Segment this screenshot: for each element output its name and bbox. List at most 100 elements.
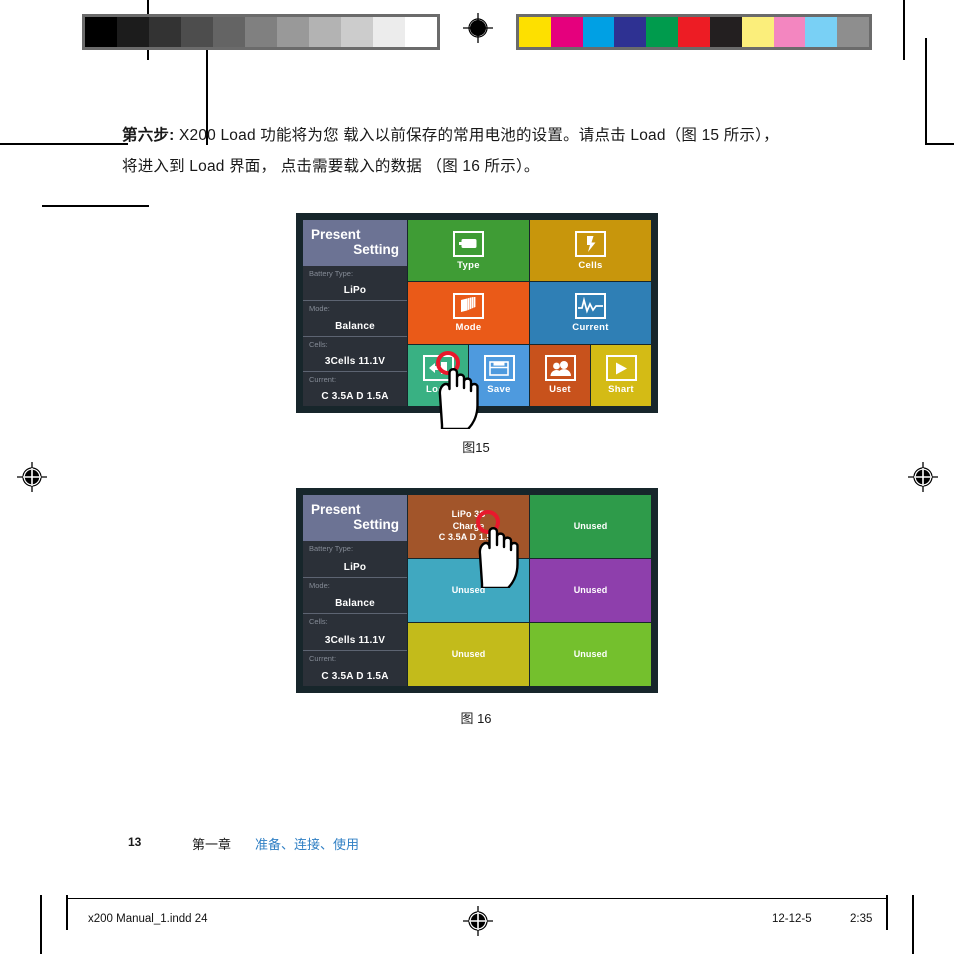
memory-slot-6-label: Unused [573, 648, 608, 659]
step-label: 第六步: [122, 127, 175, 144]
tile-cells-label: Cells [578, 259, 603, 271]
current-value: C 3.5A D 1.5A [321, 391, 389, 402]
manual-page: 第六步: X200 Load 功能将为您 载入以前保存的常用电池的设置。请点击 … [0, 0, 954, 954]
grayscale-calibration-bar [82, 14, 440, 50]
figure15-mode-row: Mode: Balance [303, 301, 407, 337]
memory-slot-3[interactable]: Unused [408, 559, 529, 622]
tile-current[interactable]: Current [530, 282, 651, 344]
color-swatch-1 [550, 17, 583, 47]
cells-label: Cells: [309, 617, 328, 626]
memory-slot-5-label: Unused [451, 648, 486, 659]
crop-mark-br-v2 [912, 895, 914, 954]
play-triangle-icon [605, 355, 637, 382]
figure15-cells-row: Cells: 3Cells 11.1V [303, 336, 407, 372]
figure16-slot-grid: LiPo 3S Charge C 3.5A D 1.5A Unused Unus… [408, 495, 651, 686]
current-label: Current: [309, 374, 337, 384]
crop-mark-tr-v [903, 0, 905, 60]
color-swatch-10 [837, 17, 869, 47]
crop-mark-tl-h2 [42, 205, 149, 207]
tile-cells[interactable]: Cells [530, 220, 651, 282]
tile-uset[interactable]: Uset [530, 344, 590, 406]
sidebar-title-line2: Setting [353, 517, 399, 532]
memory-slot-5[interactable]: Unused [408, 623, 529, 686]
users-icon [544, 355, 576, 382]
lightning-bolt-icon [575, 230, 606, 257]
footer-divider [66, 898, 886, 899]
tile-shart[interactable]: Shart [591, 344, 651, 406]
grayscale-swatch-5 [245, 17, 277, 47]
battery-type-value: LiPo [343, 561, 367, 573]
figure15-current-row: Current: C 3.5A D 1.5A [303, 371, 407, 406]
tile-shart-label: Shart [608, 384, 634, 396]
grayscale-swatch-8 [341, 17, 373, 47]
figure16-slot-row-3: Unused Unused [408, 623, 651, 686]
figure16-mode-row: Mode: Balance [303, 577, 407, 614]
current-label: Current: [309, 653, 337, 663]
sidebar-title-line1: Present [311, 502, 361, 517]
tile-uset-label: Uset [549, 384, 571, 396]
grayscale-swatch-4 [213, 17, 245, 47]
memory-slot-4[interactable]: Unused [530, 559, 651, 622]
registration-mark-right [908, 462, 938, 492]
figure16-battery-type-row: Battery Type: LiPo [303, 541, 407, 578]
print-time: 2:35 [850, 913, 873, 925]
chapter-label: 第一章 [192, 837, 232, 852]
crop-mark-tr-v2 [925, 38, 927, 145]
battery-icon [453, 230, 484, 257]
tile-type-label: Type [457, 259, 480, 271]
crop-mark-br-v [886, 895, 888, 930]
waveform-icon [575, 292, 606, 319]
battery-type-value: LiPo [343, 285, 367, 297]
figure16-slot-row-2: Unused Unused [408, 559, 651, 622]
mode-value: Balance [335, 320, 375, 332]
cells-value: 3Cells 11.1V [324, 355, 386, 367]
registration-mark-bottom [463, 906, 493, 936]
body-paragraph-line-1: 第六步: X200 Load 功能将为您 载入以前保存的常用电池的设置。请点击 … [122, 120, 822, 151]
crop-mark-bl-v2 [66, 895, 68, 930]
figure15-sidebar-title: Present Setting [303, 220, 407, 266]
registration-mark-left [17, 462, 47, 492]
page-number: 13 [128, 835, 142, 849]
body-paragraph: 第六步: X200 Load 功能将为您 载入以前保存的常用电池的设置。请点击 … [122, 120, 822, 182]
figure16-sidebar-title: Present Setting [303, 495, 407, 541]
tile-type[interactable]: Type [408, 220, 529, 282]
figure15-tile-grid: Type Cells Mode Current Load Save Uset S… [408, 220, 651, 406]
tile-save[interactable]: Save [469, 344, 529, 406]
mode-value: Balance [335, 598, 375, 609]
tile-save-label: Save [487, 384, 511, 396]
body-paragraph-line-2: 将进入到 Load 界面， 点击需要载入的数据 （图 16 所示）。 [122, 158, 540, 175]
print-date: 12-12-5 [772, 913, 812, 925]
memory-slot-6[interactable]: Unused [530, 623, 651, 686]
memory-slot-2[interactable]: Unused [530, 495, 651, 558]
tile-current-label: Current [572, 321, 609, 333]
color-calibration-bar [516, 14, 872, 50]
sidebar-title-line1: Present [311, 227, 361, 242]
color-swatch-6 [709, 17, 742, 47]
current-value: C 3.5A D 1.5A [321, 671, 389, 682]
grayscale-swatch-7 [309, 17, 341, 47]
indesign-file-name: x200 Manual_1.indd 24 [88, 913, 208, 925]
memory-slot-3-label: Unused [451, 584, 486, 595]
tile-load[interactable]: Load [408, 344, 468, 406]
figure15-battery-type-row: Battery Type: LiPo [303, 266, 407, 302]
figure15-tile-row-2: Mode Current [408, 282, 651, 344]
tile-mode-label: Mode [455, 321, 482, 333]
memory-slot-1[interactable]: LiPo 3S Charge C 3.5A D 1.5A [408, 495, 529, 558]
memory-slot-4-label: Unused [573, 584, 608, 595]
color-swatch-5 [678, 17, 710, 47]
books-stack-icon [453, 292, 484, 319]
figure16-device-screen: Present Setting Battery Type: LiPo Mode:… [296, 488, 658, 693]
figure15-tile-row-3: Load Save Uset Shart [408, 344, 651, 406]
color-swatch-3 [614, 17, 647, 47]
cells-value: 3Cells 11.1V [324, 634, 386, 646]
battery-type-label: Battery Type: [309, 544, 354, 553]
tile-load-label: Load [426, 384, 450, 396]
memory-slot-1-line3: C 3.5A D 1.5A [438, 532, 499, 543]
figure15-tile-row-1: Type Cells [408, 220, 651, 282]
figure15-caption: 图15 [462, 440, 490, 455]
mode-label: Mode: [309, 304, 330, 314]
grayscale-swatch-6 [277, 17, 309, 47]
tile-mode[interactable]: Mode [408, 282, 529, 344]
grayscale-swatch-3 [181, 17, 213, 47]
sidebar-title-line2: Setting [353, 242, 399, 257]
